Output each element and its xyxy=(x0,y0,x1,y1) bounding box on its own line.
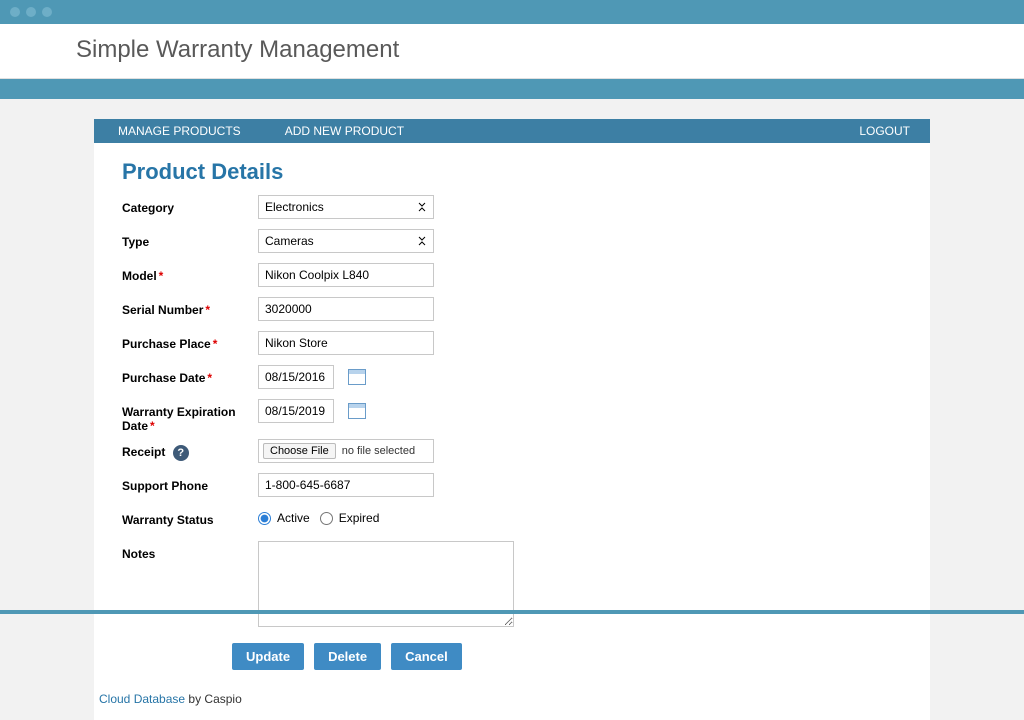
nav-bar: MANAGE PRODUCTS ADD NEW PRODUCT LOGOUT xyxy=(94,119,930,143)
content-panel: MANAGE PRODUCTS ADD NEW PRODUCT LOGOUT P… xyxy=(94,119,930,720)
nav-add-product[interactable]: ADD NEW PRODUCT xyxy=(285,124,404,138)
radio-active-label: Active xyxy=(277,511,310,525)
label-category: Category xyxy=(122,195,258,215)
app-title: Simple Warranty Management xyxy=(76,36,1024,64)
label-purchase-date: Purchase Date* xyxy=(122,365,258,385)
nav-manage-products[interactable]: MANAGE PRODUCTS xyxy=(118,124,241,138)
page-title: Product Details xyxy=(94,143,930,195)
label-purchase-place: Purchase Place* xyxy=(122,331,258,351)
label-warranty-status: Warranty Status xyxy=(122,507,258,527)
model-input[interactable] xyxy=(258,263,434,287)
cancel-button[interactable]: Cancel xyxy=(391,643,462,670)
cloud-database-link[interactable]: Cloud Database xyxy=(99,692,185,706)
calendar-icon[interactable] xyxy=(348,403,366,419)
label-notes: Notes xyxy=(122,541,258,561)
label-type: Type xyxy=(122,229,258,249)
label-serial: Serial Number* xyxy=(122,297,258,317)
notes-textarea[interactable] xyxy=(258,541,514,627)
purchase-place-input[interactable] xyxy=(258,331,434,355)
warranty-exp-input[interactable] xyxy=(258,399,334,423)
bottom-strip xyxy=(0,610,1024,614)
app-header: Simple Warranty Management xyxy=(0,24,1024,79)
radio-expired-label: Expired xyxy=(339,511,380,525)
button-row: Update Delete Cancel xyxy=(122,643,930,670)
footer-rest: by Caspio xyxy=(185,692,242,706)
chrome-dot xyxy=(26,7,36,17)
type-select[interactable]: Cameras xyxy=(258,229,434,253)
label-model: Model* xyxy=(122,263,258,283)
choose-file-button[interactable]: Choose File xyxy=(263,443,336,459)
radio-active[interactable] xyxy=(258,512,271,525)
delete-button[interactable]: Delete xyxy=(314,643,381,670)
warranty-status-radio-group: Active Expired xyxy=(258,507,379,525)
chrome-dot xyxy=(10,7,20,17)
product-form: Category Electronics Type Cameras Model*… xyxy=(94,195,930,670)
radio-expired[interactable] xyxy=(320,512,333,525)
label-warranty-exp: Warranty Expiration Date* xyxy=(122,399,258,433)
help-icon[interactable]: ? xyxy=(173,445,189,461)
calendar-icon[interactable] xyxy=(348,369,366,385)
file-status-text: no file selected xyxy=(342,445,415,457)
header-strip xyxy=(0,79,1024,99)
content-area: MANAGE PRODUCTS ADD NEW PRODUCT LOGOUT P… xyxy=(0,99,1024,720)
receipt-file-box: Choose File no file selected xyxy=(258,439,434,463)
label-receipt: Receipt ? xyxy=(122,439,258,461)
chrome-dot xyxy=(42,7,52,17)
footer: Cloud Database by Caspio xyxy=(94,670,930,706)
update-button[interactable]: Update xyxy=(232,643,304,670)
purchase-date-input[interactable] xyxy=(258,365,334,389)
browser-chrome xyxy=(0,0,1024,24)
nav-logout[interactable]: LOGOUT xyxy=(859,124,910,138)
label-support-phone: Support Phone xyxy=(122,473,258,493)
category-select[interactable]: Electronics xyxy=(258,195,434,219)
serial-input[interactable] xyxy=(258,297,434,321)
support-phone-input[interactable] xyxy=(258,473,434,497)
